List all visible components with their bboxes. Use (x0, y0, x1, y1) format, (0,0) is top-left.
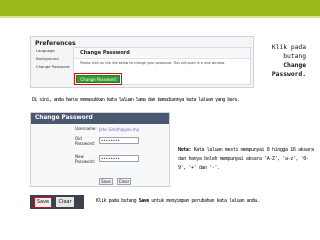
new-password-field[interactable]: •••••••• (99, 155, 139, 162)
instruction-middle: Di sini, anda harus memasukkan kata lalu… (32, 97, 240, 103)
change-password-header: Change Password (31, 113, 169, 124)
sidebar-item-language[interactable]: Language (33, 47, 73, 55)
preferences-panel: Preferences Language Background Change P… (30, 36, 254, 88)
instruction-top-bold: Change Password. (271, 62, 306, 78)
password-note-text: Kata laluan mesti mempunyai 8 hingga 16 … (178, 147, 314, 171)
preferences-title: Preferences (35, 40, 76, 47)
preferences-sidebar: Language Background Change Password (33, 47, 73, 87)
old-password-field[interactable]: •••••••• (99, 137, 139, 144)
instruction-bottom-suffix: untuk menyimpan perubahan kata laluan an… (151, 198, 260, 204)
save-button[interactable]: Save (33, 196, 53, 209)
password-note: Nota: Kata laluan mesti mempunyai 8 hing… (178, 146, 314, 173)
password-note-label: Nota: (178, 147, 192, 153)
sidebar-item-change-password[interactable]: Change Password (33, 63, 73, 71)
preferences-main-header: Change Password (74, 48, 250, 59)
new-password-label: New Password: (75, 154, 96, 164)
instruction-top-prefix: Klik pada butang (271, 44, 306, 60)
header-bar (0, 0, 320, 16)
change-password-panel: Change Password Username: John.Smith@yes… (30, 112, 170, 187)
old-password-label: Old Password: (75, 136, 96, 146)
clear-button[interactable]: Clear (56, 197, 74, 207)
bottom-button-bar: Save Clear (30, 195, 84, 209)
form-clear-button[interactable]: Clear (117, 178, 131, 185)
highlight-frame: Change Password (74, 73, 122, 85)
sidebar-item-background[interactable]: Background (33, 55, 73, 63)
instruction-bottom-bold: Save (138, 198, 150, 204)
header-bar-underline (0, 16, 320, 18)
instruction-bottom-prefix: Klik pada butang (96, 198, 137, 204)
username-label: Username: (75, 126, 97, 131)
instruction-top: Klik pada butang Change Password. (246, 43, 306, 79)
instruction-bottom: Klik pada butang Save untuk menyimpan pe… (96, 198, 260, 204)
form-save-button[interactable]: Save (99, 178, 113, 185)
change-password-button[interactable]: Change Password (76, 75, 120, 83)
preferences-info-text: Please click on the link below to change… (80, 61, 225, 65)
username-value: John.Smith@yes.my (99, 127, 140, 132)
preferences-main: Change Password Please click on the link… (73, 47, 251, 85)
